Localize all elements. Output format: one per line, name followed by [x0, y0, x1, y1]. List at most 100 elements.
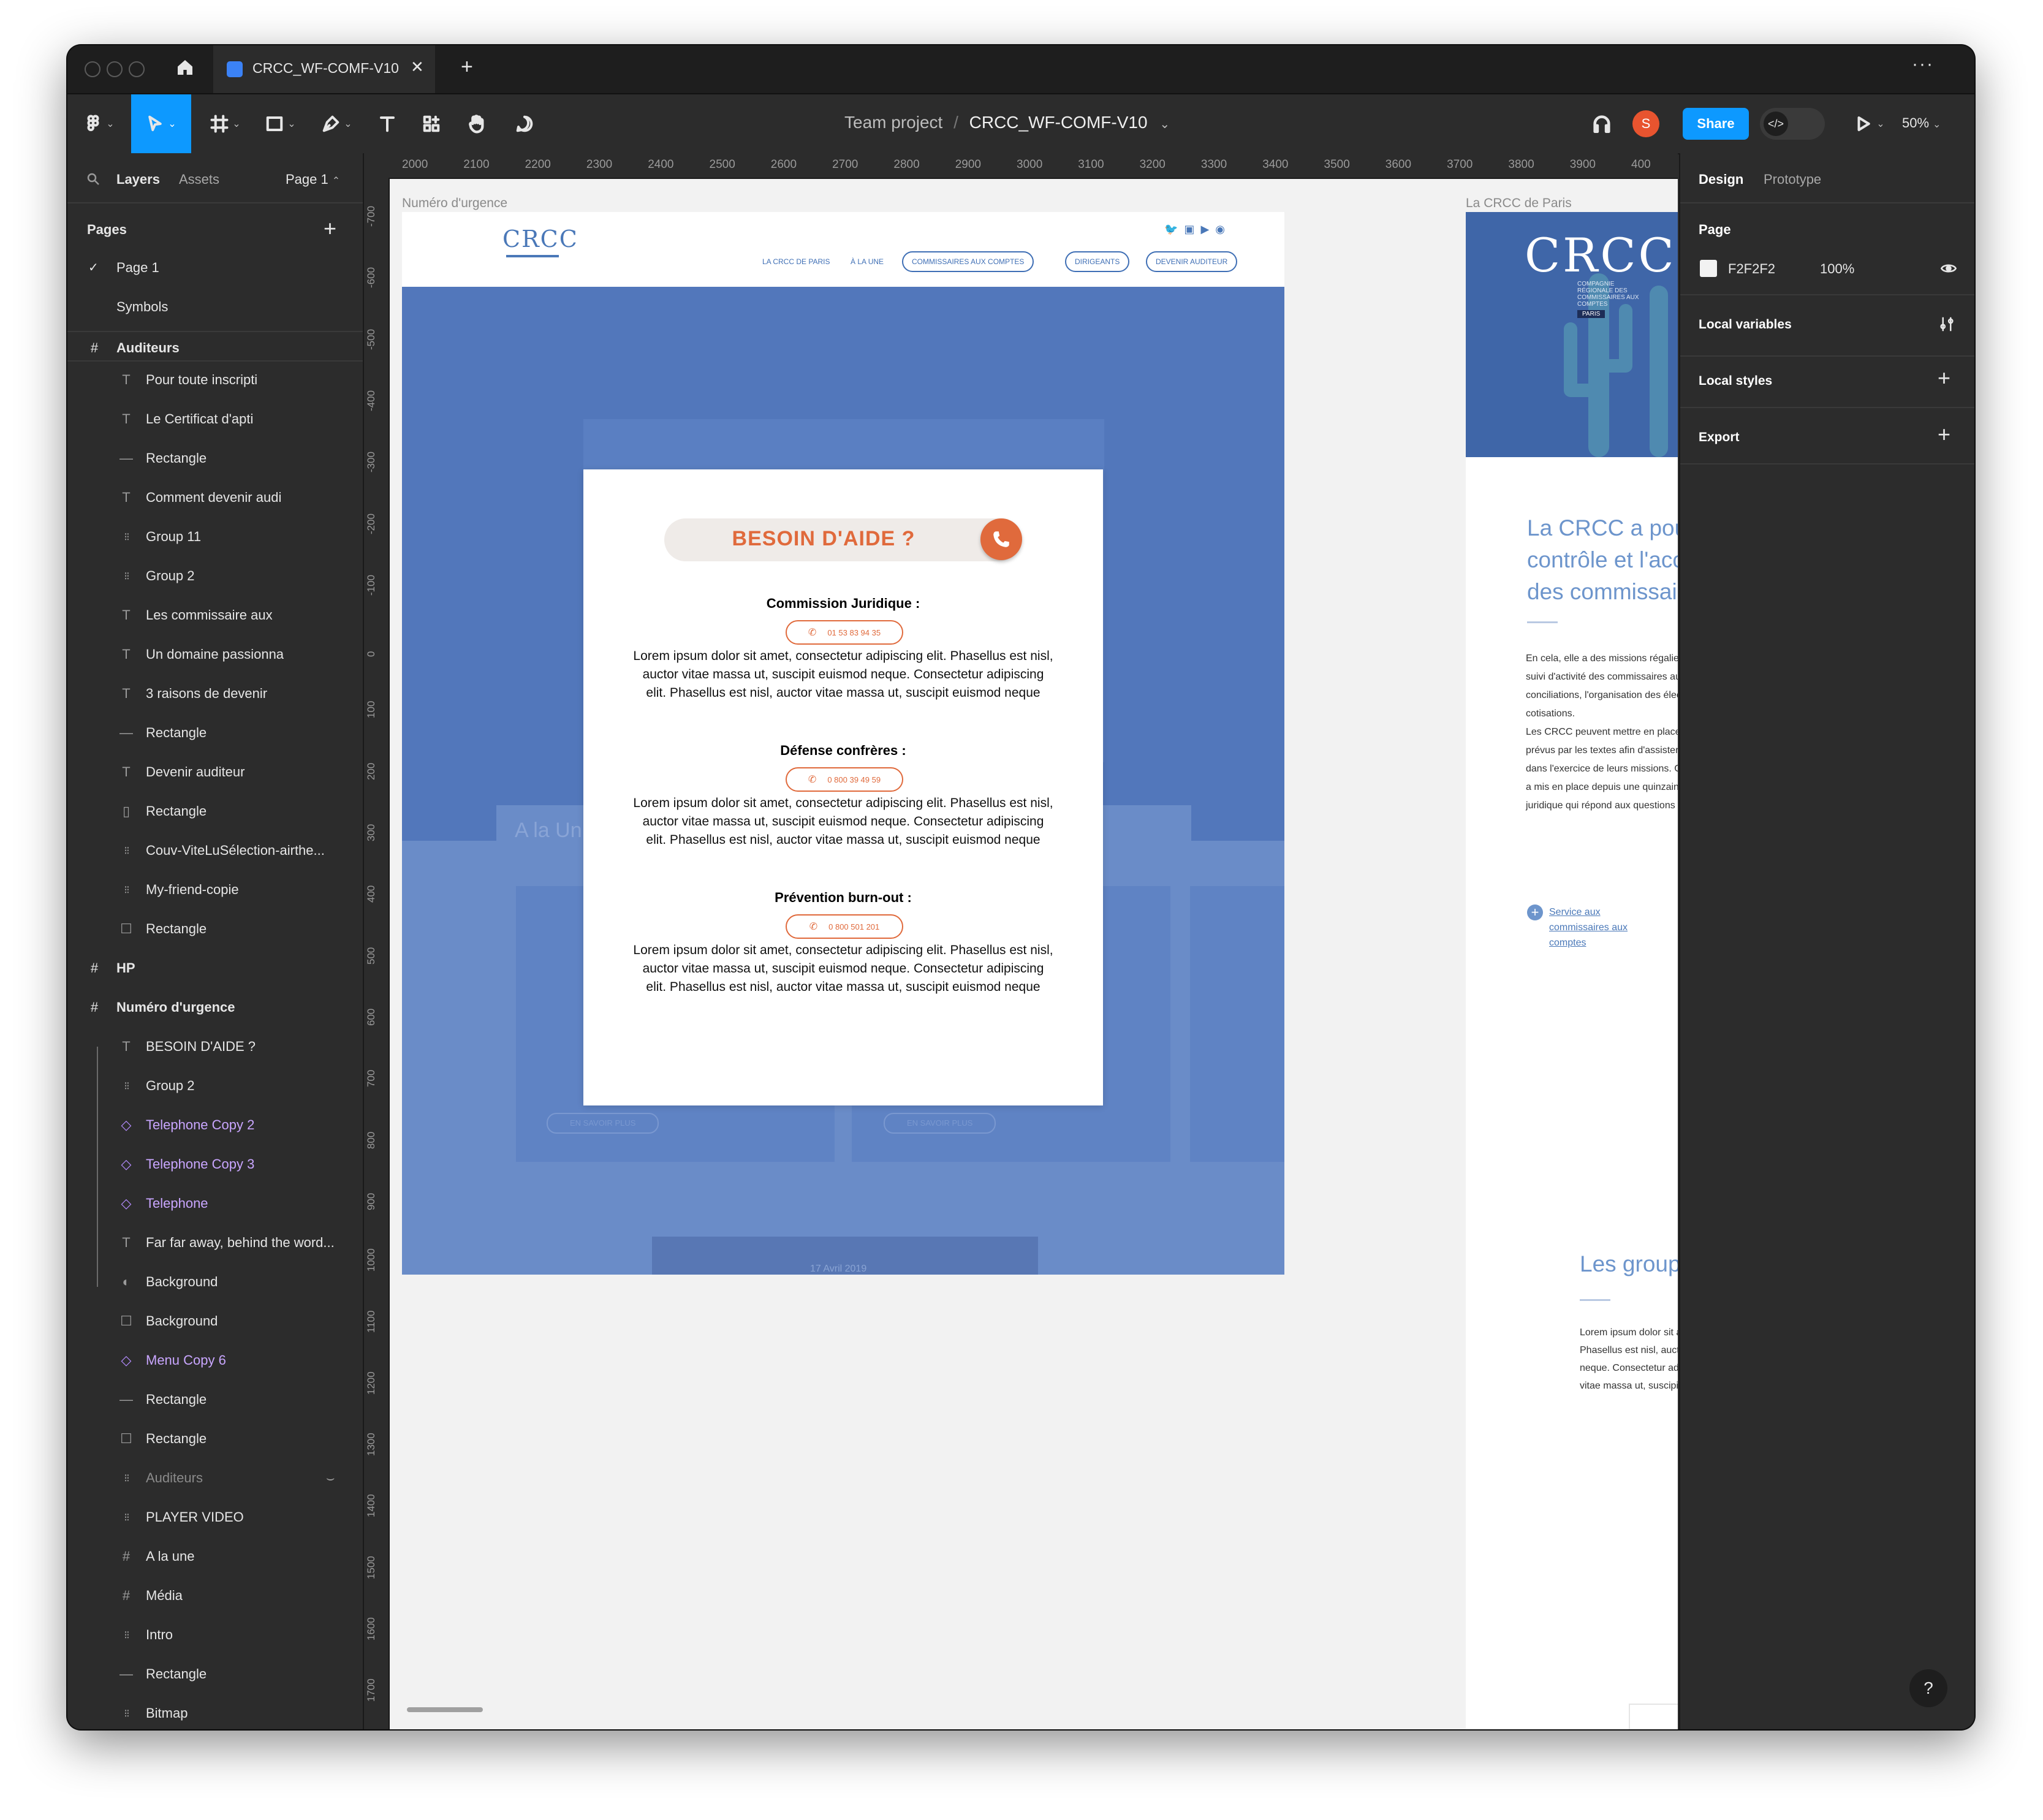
layer-item[interactable]: ◐ Background [67, 1262, 363, 1302]
nav-pill-commissaires[interactable]: COMMISSAIRES AUX COMPTES [902, 251, 1034, 272]
layer-item[interactable]: T Pour toute inscripti [67, 360, 363, 400]
frame-label-crcc-paris[interactable]: La CRCC de Paris [1466, 196, 1572, 211]
frame-numero-urgence[interactable]: CRCC 🐦▣▶◉ LA CRCC DE PARIS À LA UNE COMM… [402, 212, 1284, 1275]
search-icon[interactable] [86, 172, 100, 186]
new-tab-icon[interactable]: + [461, 55, 473, 79]
add-export-icon[interactable]: + [1938, 422, 1950, 447]
layer-item[interactable]: ◇ Telephone Copy 2 [67, 1105, 363, 1145]
present-button[interactable]: ⌄ [1848, 94, 1891, 153]
page-color-swatch[interactable] [1700, 260, 1717, 277]
layer-item[interactable]: ☐ Background [67, 1302, 363, 1341]
main-menu-button[interactable]: ⌄ [81, 94, 118, 153]
layer-item[interactable]: T Devenir auditeur [67, 753, 363, 792]
page-color-value[interactable]: F2F2F2 [1728, 261, 1775, 277]
layer-item[interactable]: T Comment devenir audi [67, 478, 363, 517]
layer-item[interactable]: # Numéro d'urgence [67, 988, 363, 1027]
zoom-control[interactable]: 50% ⌄ [1902, 115, 1941, 131]
canvas[interactable]: 2000 2100 2200 2300 2400 2500 2600 2700 2800 2900… [364, 153, 1678, 1729]
phone-pill-juridique[interactable]: ✆ 01 53 83 94 35 [786, 620, 903, 645]
plus-circle-icon[interactable]: + [1527, 904, 1543, 920]
text-tool-button[interactable] [370, 94, 404, 153]
phone-pill-burnout[interactable]: ✆ 0 800 501 201 [786, 914, 903, 939]
audio-button[interactable] [1583, 94, 1620, 153]
maximize-window-button[interactable] [129, 61, 145, 77]
project-name[interactable]: Team project [844, 113, 942, 132]
phone-pill-defense[interactable]: ✆ 0 800 39 49 59 [786, 767, 903, 792]
avatar[interactable]: S [1632, 110, 1659, 137]
layer-label: Rectangle [146, 450, 207, 466]
page-opacity-value[interactable]: 100% [1820, 261, 1854, 277]
help-button[interactable]: ? [1909, 1669, 1947, 1707]
layer-item[interactable]: T Far far away, behind the word... [67, 1223, 363, 1262]
layer-item[interactable]: ⁝⁝ Bitmap [67, 1694, 363, 1729]
youtube-icon[interactable]: ▶ [1200, 223, 1215, 235]
layer-item[interactable]: — Rectangle [67, 1655, 363, 1694]
close-window-button[interactable] [85, 61, 100, 77]
layer-item[interactable]: ⁝⁝ Group 11 [67, 517, 363, 556]
share-button[interactable]: Share [1683, 108, 1749, 140]
shape-tool-button[interactable]: ⌄ [256, 94, 305, 153]
layer-item[interactable]: # HP [67, 949, 363, 988]
layer-item[interactable]: ◇ Telephone [67, 1184, 363, 1223]
service-link[interactable]: Service aux commissaires aux comptes [1549, 904, 1628, 950]
frame-label-numero-urgence[interactable]: Numéro d'urgence [402, 196, 507, 211]
layer-item[interactable]: # Média [67, 1576, 363, 1615]
page-item-symbols[interactable]: Symbols [116, 299, 168, 315]
group-layer-icon: ⁝⁝ [124, 1079, 129, 1092]
layer-item[interactable]: — Rectangle [67, 439, 363, 478]
file-tab[interactable]: CRCC_WF-COMF-V10 ✕ [213, 45, 435, 93]
layer-item[interactable]: ⁝⁝ Group 2 [67, 1066, 363, 1105]
layer-item[interactable]: ⁝⁝ Group 2 [67, 556, 363, 596]
hidden-eye-icon[interactable]: ⌣ [326, 1470, 335, 1486]
layer-item[interactable]: T 3 raisons de devenir [67, 674, 363, 713]
layer-item[interactable]: — Rectangle [67, 1380, 363, 1419]
nav-link-crcc-paris[interactable]: LA CRCC DE PARIS [762, 257, 830, 266]
layer-item[interactable]: ⁝⁝ PLAYER VIDEO [67, 1498, 363, 1537]
layer-item[interactable]: T Les commissaire aux [67, 596, 363, 635]
close-tab-icon[interactable]: ✕ [411, 58, 424, 77]
layer-item[interactable]: # A la une [67, 1537, 363, 1576]
layer-item[interactable]: ☐ Rectangle [67, 1419, 363, 1458]
tab-layers[interactable]: Layers [116, 172, 160, 188]
layer-item[interactable]: T BESOIN D'AIDE ? [67, 1027, 363, 1066]
layer-item[interactable]: T Un domaine passionna [67, 635, 363, 674]
hand-tool-button[interactable] [458, 94, 495, 153]
minimize-window-button[interactable] [107, 61, 123, 77]
pen-tool-button[interactable]: ⌄ [313, 94, 362, 153]
file-name[interactable]: CRCC_WF-COMF-V10 [969, 113, 1148, 132]
page-item-page-1[interactable]: Page 1 [116, 260, 159, 276]
home-icon[interactable] [175, 58, 197, 80]
nav-pill-devenir-auditeur[interactable]: DEVENIR AUDITEUR [1146, 251, 1238, 272]
layer-item[interactable]: ⁝⁝ My-friend-copie [67, 870, 363, 909]
chevron-down-icon[interactable]: ⌄ [1159, 118, 1170, 131]
twitter-icon[interactable]: 🐦 [1164, 223, 1184, 235]
add-page-icon[interactable]: + [324, 216, 336, 241]
layer-item[interactable]: T Le Certificat d'apti [67, 400, 363, 439]
add-style-icon[interactable]: + [1938, 365, 1950, 391]
horizontal-scrollbar[interactable] [407, 1707, 483, 1712]
dev-mode-toggle[interactable]: </> [1760, 108, 1825, 140]
layer-item[interactable]: ◇ Menu Copy 6 [67, 1341, 363, 1380]
layer-item[interactable]: ⁝⁝ Auditeurs ⌣ [67, 1458, 363, 1498]
rss-icon[interactable]: ◉ [1215, 223, 1231, 235]
variables-settings-icon[interactable] [1938, 315, 1956, 336]
layer-item[interactable]: ▯ Rectangle [67, 792, 363, 831]
page-selector[interactable]: Page 1 ⌃ [286, 172, 340, 188]
text-layer-icon: T [122, 490, 131, 505]
nav-pill-dirigeants[interactable]: DIRIGEANTS [1065, 251, 1130, 272]
layer-item[interactable]: ⁝⁝ Couv-ViteLuSélection-airthe... [67, 831, 363, 870]
linkedin-icon[interactable]: ▣ [1184, 223, 1200, 235]
move-tool-button[interactable]: ⌄ [131, 94, 191, 153]
frame-crcc-paris[interactable]: CRCC COMPAGNIE RÉGIONALE DES COMMISSAIRE… [1466, 212, 1678, 1729]
layer-item[interactable]: ◇ Telephone Copy 3 [67, 1145, 363, 1184]
more-icon[interactable]: ··· [1912, 54, 1934, 75]
layer-item[interactable]: ☐ Rectangle [67, 909, 363, 949]
layer-item[interactable]: — Rectangle [67, 713, 363, 753]
tab-assets[interactable]: Assets [179, 172, 219, 188]
comment-tool-button[interactable] [506, 94, 543, 153]
frame-tool-button[interactable]: ⌄ [201, 94, 250, 153]
nav-link-a-la-une[interactable]: À LA UNE [851, 257, 884, 266]
eye-icon[interactable] [1940, 260, 1957, 280]
layer-item[interactable]: ⁝⁝ Intro [67, 1615, 363, 1655]
resources-button[interactable] [414, 94, 449, 153]
